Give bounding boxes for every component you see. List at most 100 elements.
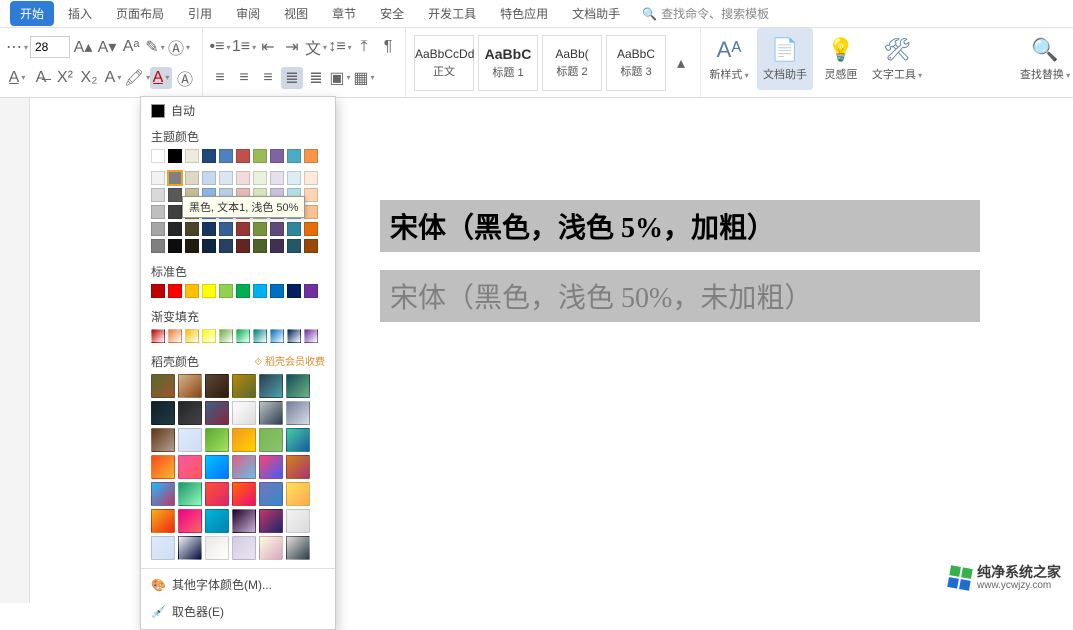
doc-assistant-button[interactable]: 📄 文档助手 [757,28,813,90]
align-center-icon[interactable]: ≡ [233,67,255,89]
gradient-swatch[interactable] [287,329,301,343]
doke-gradient-swatch[interactable] [259,374,283,398]
color-swatch[interactable] [253,222,267,236]
eyedropper-button[interactable]: 💉 取色器(E) [141,598,335,625]
style-heading2[interactable]: AaBb( 标题 2 [542,35,602,91]
gradient-swatch[interactable] [304,329,318,343]
superscript-icon[interactable]: X² [54,67,76,89]
color-swatch[interactable] [202,171,216,185]
color-swatch[interactable] [287,284,301,298]
color-swatch[interactable] [253,239,267,253]
tab-start[interactable]: 开始 [10,1,54,26]
doke-gradient-swatch[interactable] [151,536,175,560]
doke-gradient-swatch[interactable] [178,455,202,479]
color-swatch[interactable] [185,171,199,185]
tab-devtools[interactable]: 开发工具 [418,1,486,26]
shrink-font-icon[interactable]: A▾ [96,36,118,58]
color-swatch[interactable] [219,149,233,163]
color-swatch[interactable] [236,284,250,298]
more-colors-button[interactable]: 🎨 其他字体颜色(M)... [141,571,335,598]
ruby-icon[interactable]: Ⓐ [168,36,190,58]
doke-gradient-swatch[interactable] [232,536,256,560]
command-search[interactable]: 🔍 查找命令、搜索模板 [642,5,769,22]
color-swatch[interactable] [304,205,318,219]
sort-icon[interactable]: ⤒ [353,36,375,58]
color-swatch[interactable] [287,171,301,185]
doke-gradient-swatch[interactable] [151,509,175,533]
color-swatch[interactable] [304,149,318,163]
color-swatch[interactable] [151,205,165,219]
doke-gradient-swatch[interactable] [205,455,229,479]
doke-gradient-swatch[interactable] [259,455,283,479]
doke-gradient-swatch[interactable] [178,428,202,452]
numbering-icon[interactable]: 1≡ [233,36,255,58]
color-swatch[interactable] [270,149,284,163]
color-swatch[interactable] [253,171,267,185]
increase-indent-icon[interactable]: ⇥ [281,36,303,58]
color-swatch[interactable] [151,284,165,298]
color-swatch[interactable] [270,239,284,253]
text-direction-icon[interactable]: 文 [305,36,327,58]
doke-gradient-swatch[interactable] [178,374,202,398]
color-swatch[interactable] [202,239,216,253]
color-swatch[interactable] [304,284,318,298]
color-swatch[interactable] [185,239,199,253]
color-auto-button[interactable]: 自动 [141,97,335,124]
underline-icon[interactable]: A̲ [6,67,28,89]
subscript-icon[interactable]: X₂ [78,67,100,89]
align-justify-icon[interactable]: ≣ [281,67,303,89]
gradient-swatch[interactable] [168,329,182,343]
doke-gradient-swatch[interactable] [286,374,310,398]
doke-gradient-swatch[interactable] [259,509,283,533]
color-swatch[interactable] [202,222,216,236]
doke-gradient-swatch[interactable] [232,455,256,479]
tab-review[interactable]: 审阅 [226,1,270,26]
color-swatch[interactable] [270,284,284,298]
doke-gradient-swatch[interactable] [286,482,310,506]
color-swatch[interactable] [202,149,216,163]
doke-gradient-swatch[interactable] [259,428,283,452]
color-swatch[interactable] [151,239,165,253]
color-swatch[interactable] [185,222,199,236]
bullets-icon[interactable]: •≡ [209,36,231,58]
doke-gradient-swatch[interactable] [205,509,229,533]
color-swatch[interactable] [253,149,267,163]
gradient-swatch[interactable] [219,329,233,343]
doke-gradient-swatch[interactable] [259,536,283,560]
gradient-swatch[interactable] [270,329,284,343]
doke-gradient-swatch[interactable] [178,482,202,506]
font-family-dropdown[interactable]: ⋯ [6,36,28,58]
color-swatch[interactable] [304,188,318,202]
document-line-1[interactable]: 宋体（黑色，浅色 5%，加粗） [390,213,775,244]
color-swatch[interactable] [168,205,182,219]
color-swatch[interactable] [168,284,182,298]
doke-gradient-swatch[interactable] [286,401,310,425]
find-replace-button[interactable]: 🔍 查找替换 [1017,28,1073,90]
color-swatch[interactable] [151,149,165,163]
shading-icon[interactable]: ▣ [329,67,351,89]
clear-format-icon[interactable]: ✎ [144,36,166,58]
tab-view[interactable]: 视图 [274,1,318,26]
style-heading3[interactable]: AaBbC 标题 3 [606,35,666,91]
show-marks-icon[interactable]: ¶ [377,36,399,58]
color-swatch[interactable] [287,149,301,163]
doke-gradient-swatch[interactable] [232,374,256,398]
gradient-swatch[interactable] [151,329,165,343]
doke-gradient-swatch[interactable] [151,482,175,506]
doke-gradient-swatch[interactable] [205,536,229,560]
font-color-icon[interactable]: A̲ [150,67,172,89]
strike-icon[interactable]: A̶ [30,67,52,89]
color-swatch[interactable] [304,239,318,253]
doke-gradient-swatch[interactable] [205,374,229,398]
borders-icon[interactable]: ▦ [353,67,375,89]
color-swatch[interactable] [236,222,250,236]
doke-gradient-swatch[interactable] [178,509,202,533]
doke-gradient-swatch[interactable] [178,401,202,425]
font-size-input[interactable]: 28 [30,36,70,58]
tab-security[interactable]: 安全 [370,1,414,26]
doke-gradient-swatch[interactable] [178,536,202,560]
gradient-swatch[interactable] [253,329,267,343]
tab-reference[interactable]: 引用 [178,1,222,26]
highlight-icon[interactable]: 🖍 [126,67,148,89]
doke-gradient-swatch[interactable] [232,428,256,452]
